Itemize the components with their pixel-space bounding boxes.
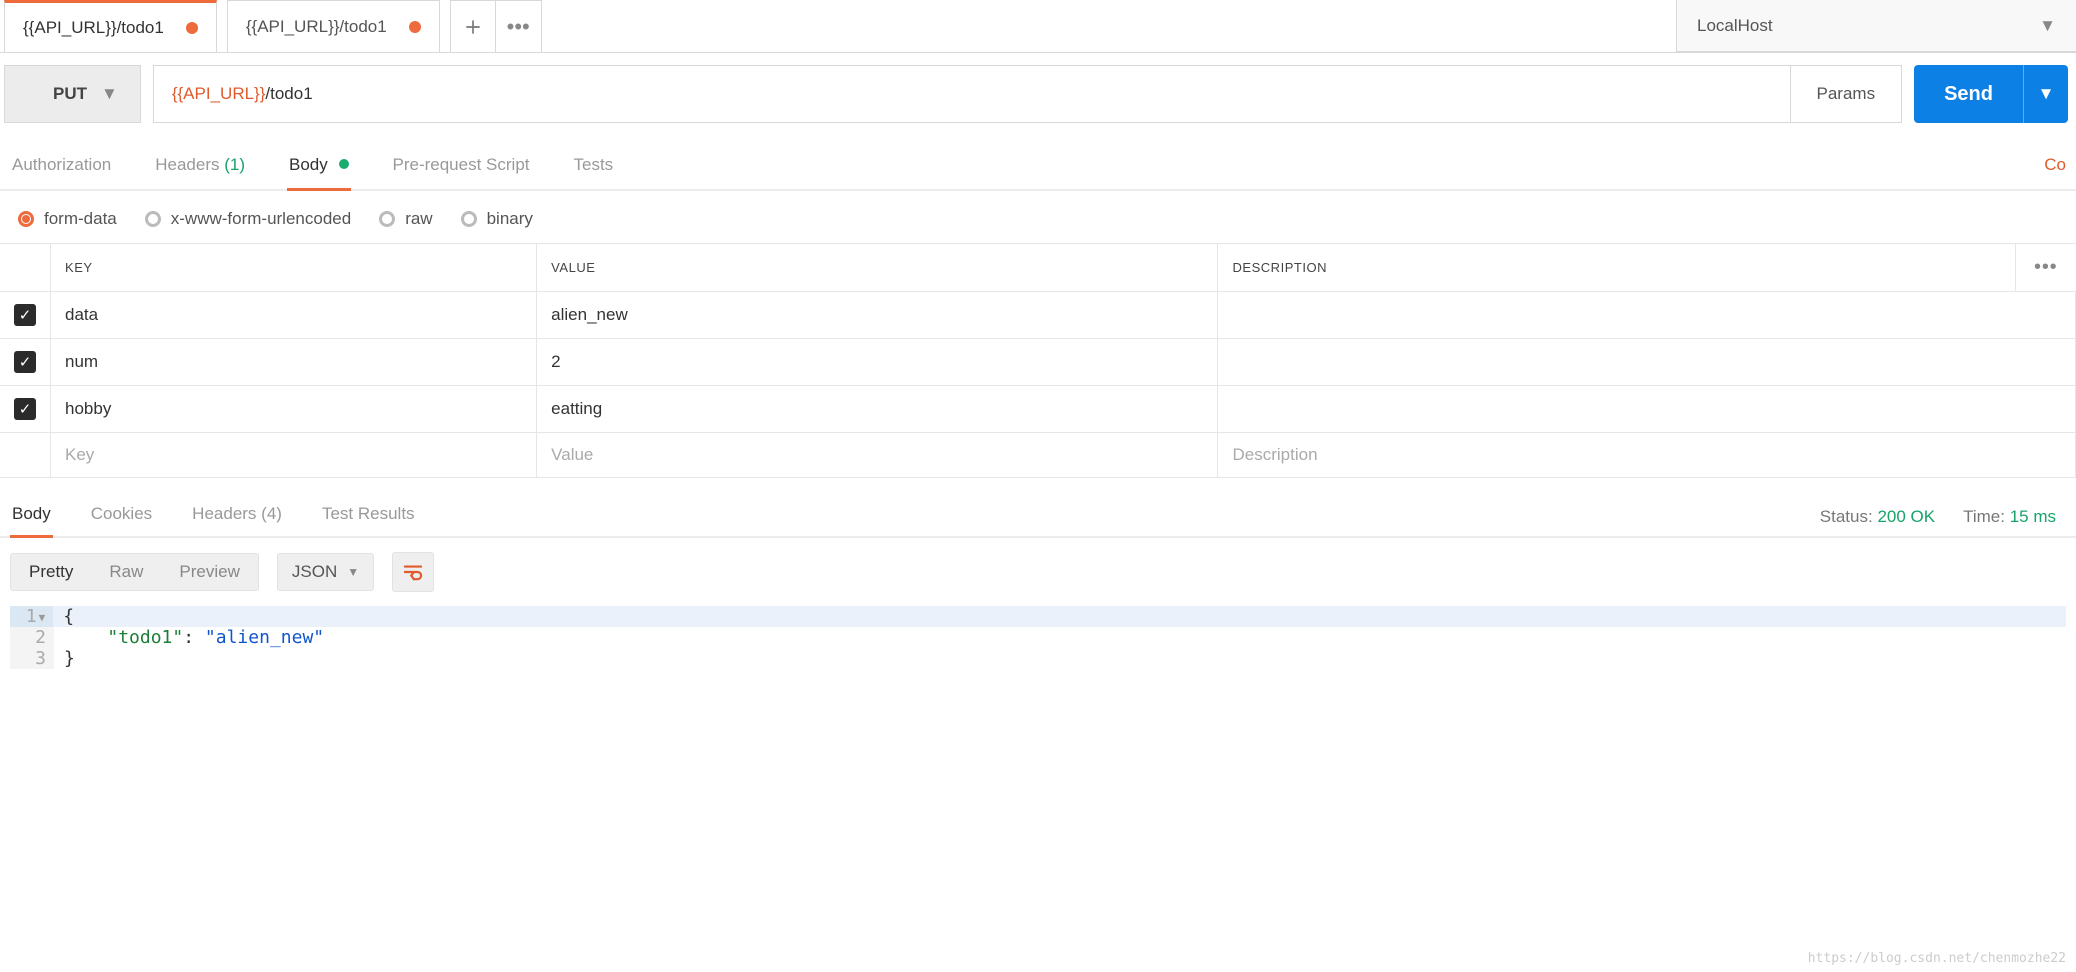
key-cell[interactable]: num [51, 339, 537, 386]
new-tab-button[interactable] [450, 0, 496, 52]
radio-icon [145, 211, 161, 227]
checkbox-checked-icon[interactable]: ✓ [14, 304, 36, 326]
form-data-table: KEY VALUE DESCRIPTION ••• ✓ data alien_n… [0, 243, 2076, 478]
tab-body[interactable]: Body [287, 149, 350, 189]
view-mode-segment: Pretty Raw Preview [10, 553, 259, 591]
plus-icon [463, 17, 483, 37]
value-cell[interactable]: 2 [537, 339, 1218, 386]
chevron-down-icon: ▼ [347, 565, 359, 579]
description-placeholder[interactable]: Description [1218, 433, 2076, 478]
key-cell[interactable]: hobby [51, 386, 537, 433]
tab-authorization[interactable]: Authorization [10, 149, 113, 189]
col-value: VALUE [537, 244, 1218, 292]
send-button[interactable]: Send ▼ [1914, 65, 2068, 123]
table-header-row: KEY VALUE DESCRIPTION ••• [0, 244, 2076, 292]
description-cell[interactable] [1218, 339, 2076, 386]
response-headers-count: (4) [261, 504, 282, 523]
table-row-empty[interactable]: Key Value Description [0, 433, 2076, 478]
key-placeholder[interactable]: Key [51, 433, 537, 478]
body-type-form-data[interactable]: form-data [18, 209, 117, 229]
send-dropdown[interactable]: ▼ [2024, 65, 2068, 123]
body-type-urlencoded[interactable]: x-www-form-urlencoded [145, 209, 351, 229]
body-indicator-icon [339, 159, 349, 169]
method-label: PUT [53, 84, 87, 104]
tab-tests[interactable]: Tests [572, 149, 616, 189]
col-description: DESCRIPTION [1218, 244, 2016, 292]
headers-count: (1) [224, 155, 245, 174]
view-raw[interactable]: Raw [91, 554, 161, 590]
url-path: /todo1 [265, 84, 312, 104]
time-value: 15 ms [2010, 507, 2056, 526]
status-meta: Status: 200 OK [1820, 507, 1935, 527]
send-label: Send [1914, 65, 2024, 123]
radio-selected-icon [18, 211, 34, 227]
body-type-raw[interactable]: raw [379, 209, 432, 229]
response-tab-headers[interactable]: Headers (4) [190, 504, 284, 536]
request-tab-1[interactable]: {{API_URL}}/todo1 [4, 0, 217, 52]
radio-icon [379, 211, 395, 227]
value-cell[interactable]: alien_new [537, 292, 1218, 339]
tab-label: {{API_URL}}/todo1 [23, 18, 164, 38]
status-value: 200 OK [1877, 507, 1935, 526]
format-select[interactable]: JSON ▼ [277, 553, 374, 591]
key-cell[interactable]: data [51, 292, 537, 339]
response-tab-body[interactable]: Body [10, 504, 53, 536]
tab-label: {{API_URL}}/todo1 [246, 17, 387, 37]
value-cell[interactable]: eatting [537, 386, 1218, 433]
url-input[interactable]: {{API_URL}}/todo1 [153, 65, 1791, 123]
checkbox-checked-icon[interactable]: ✓ [14, 398, 36, 420]
body-type-binary[interactable]: binary [461, 209, 533, 229]
radio-icon [461, 211, 477, 227]
view-pretty[interactable]: Pretty [11, 554, 91, 590]
table-menu-button[interactable]: ••• [2016, 244, 2076, 292]
tab-pre-request-script[interactable]: Pre-request Script [391, 149, 532, 189]
environment-select[interactable]: LocalHost ▼ [1676, 0, 2076, 52]
wrap-lines-button[interactable] [392, 552, 434, 592]
response-tab-cookies[interactable]: Cookies [89, 504, 154, 536]
method-select[interactable]: PUT ▼ [4, 65, 141, 123]
dots-icon: ••• [507, 14, 530, 40]
tab-headers[interactable]: Headers (1) [153, 149, 247, 189]
time-meta: Time: 15 ms [1963, 507, 2056, 527]
chevron-down-icon: ▼ [2038, 84, 2055, 104]
environment-label: LocalHost [1697, 16, 1773, 36]
table-row[interactable]: ✓ hobby eatting [0, 386, 2076, 433]
chevron-down-icon: ▼ [101, 84, 118, 104]
response-tab-test-results[interactable]: Test Results [320, 504, 417, 536]
wrap-icon [402, 563, 424, 581]
view-preview[interactable]: Preview [161, 554, 257, 590]
watermark: https://blog.csdn.net/chenmozhe22 [1808, 951, 2066, 966]
description-cell[interactable] [1218, 292, 2076, 339]
col-key: KEY [51, 244, 537, 292]
table-row[interactable]: ✓ data alien_new [0, 292, 2076, 339]
table-row[interactable]: ✓ num 2 [0, 339, 2076, 386]
dirty-dot-icon [186, 22, 198, 34]
response-body-code[interactable]: 1▼ { 2 "todo1": "alien_new" 3 } [0, 602, 2076, 689]
tab-menu-button[interactable]: ••• [496, 0, 542, 52]
request-tab-2[interactable]: {{API_URL}}/todo1 [227, 0, 440, 52]
checkbox-checked-icon[interactable]: ✓ [14, 351, 36, 373]
fold-icon[interactable]: ▼ [39, 611, 46, 624]
chevron-down-icon: ▼ [2039, 16, 2056, 36]
code-link[interactable]: Co [2044, 149, 2066, 189]
url-variable: {{API_URL}} [172, 84, 266, 104]
dirty-dot-icon [409, 21, 421, 33]
value-placeholder[interactable]: Value [537, 433, 1218, 478]
params-button[interactable]: Params [1791, 65, 1903, 123]
description-cell[interactable] [1218, 386, 2076, 433]
